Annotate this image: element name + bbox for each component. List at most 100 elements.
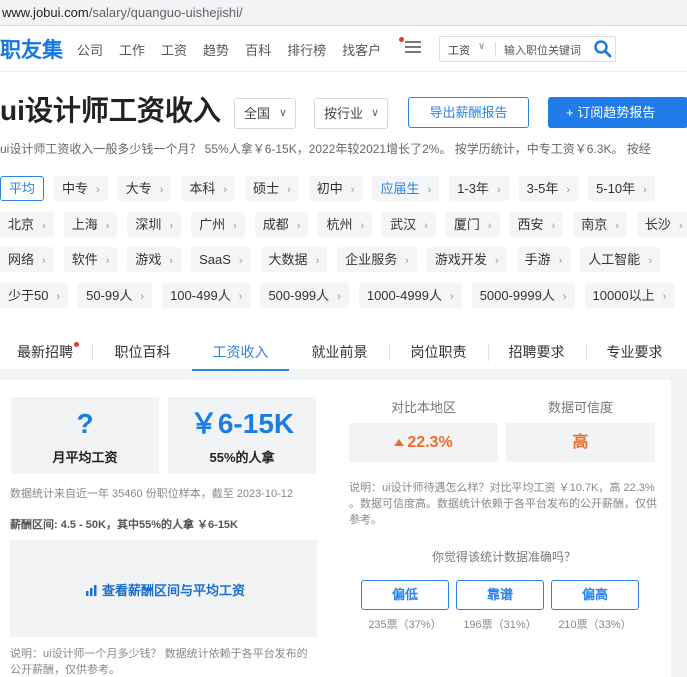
city-filter-tag[interactable]: 厦门 › [445,212,500,237]
address-bar[interactable]: www.jobui.com/salary/quanguo-uishejishi/ [0,0,687,26]
nav-link-rankings[interactable]: 排行榜 [287,40,326,59]
tab-latest-jobs[interactable]: 最新招聘 [0,333,90,371]
site-logo[interactable]: 职友集 [0,34,63,64]
education-filter-tag[interactable]: 应届生 › [372,176,440,201]
vote-reliable-count: 196票（31%） [463,619,537,631]
education-filter-tag[interactable]: 本科 › [181,176,236,201]
industry-filter-tag[interactable]: 企业服务 › [337,247,417,272]
chevron-right-icon: › [140,291,145,303]
chevron-right-icon: › [56,291,61,303]
industry-filter-tag[interactable]: 软件 › [63,247,118,272]
nav-link-trends[interactable]: 趋势 [203,40,229,59]
chevron-right-icon: › [566,184,571,196]
city-filter-tag[interactable]: 西安 › [509,212,564,237]
tab-requirements[interactable]: 招聘要求 [489,333,584,371]
export-report-button[interactable]: 导出薪酬报告 [408,97,529,128]
industry-filter-tag[interactable]: SaaS › [191,247,251,272]
industry-filter-tag[interactable]: 网络 › [0,247,54,272]
company-size-filter-tag[interactable]: 1000-4999人 › [358,283,462,308]
chevron-right-icon: › [487,220,492,232]
compare-local-value: 22.3% [407,434,453,451]
chevron-right-icon: › [337,291,341,303]
company-size-filter-tag[interactable]: 100-499人 › [162,283,251,308]
nav-links: 公司 工作 工资 趋势 百科 排行榜 找客户 [77,37,413,59]
education-filter-tag[interactable]: 3-5年 › [518,176,579,201]
chevron-right-icon: › [315,255,320,267]
company-size-filter-tag[interactable]: 少于50 › [0,283,69,308]
industry-dropdown[interactable]: 按行业 ∨ [314,98,388,129]
salary-range-line: 薪酬区间: 4.5 - 50K，其中55%的人拿 ￥6-15K [10,519,238,531]
education-filter-tag[interactable]: 5-10年 › [588,176,655,201]
bar-chart-icon [86,585,97,596]
industry-filter-tag[interactable]: 人工智能 › [580,247,660,272]
divider [92,344,93,361]
menu-icon[interactable] [405,41,421,54]
chevron-right-icon: › [405,255,409,267]
subscribe-report-button[interactable]: + 订阅趋势报告 [548,97,687,128]
vote-high-button[interactable]: 偏高 [551,580,639,610]
nav-link-wiki[interactable]: 百科 [245,40,271,59]
city-filter-tag[interactable]: 深圳 › [127,212,182,237]
tab-prospects[interactable]: 就业前景 [292,333,387,371]
education-filter-tag[interactable]: 中专 › [54,176,108,201]
city-filter-tag[interactable]: 北京 › [0,212,54,237]
city-filter-tag[interactable]: 广州 › [191,212,245,237]
industry-filter-tag[interactable]: 大数据 › [260,247,328,272]
education-filter-tag[interactable]: 大专 › [117,176,172,201]
compare-local-label: 对比本地区 [390,400,456,415]
city-filter-tag[interactable]: 成都 › [254,212,309,237]
education-filter-tag[interactable]: 初中 › [308,176,363,201]
url-host: www.jobui.com [2,5,89,20]
search-input[interactable]: 输入职位关键词 [504,42,581,58]
sample-note: 数据统计来自近一年 35460 份职位样本，截至 2023-10-12 [10,488,294,500]
city-filter-tag[interactable]: 上海 › [63,212,118,237]
nav-link-salary[interactable]: 工资 [161,40,187,59]
vote-low-button[interactable]: 偏低 [361,580,449,610]
salary-range-value: ￥6-15K [189,408,295,439]
industry-filter-tag[interactable]: 游戏 › [127,247,182,272]
salary-range-card: ￥6-15K 55%的人拿 [168,397,316,474]
chevron-right-icon: › [287,184,291,196]
tab-salary[interactable]: 工资收入 [192,333,289,371]
nav-link-find-clients[interactable]: 找客户 [342,37,405,59]
education-filter-tag[interactable]: 1-3年 › [449,176,509,201]
chevron-down-icon: ∨ [278,107,287,119]
tab-responsibilities[interactable]: 岗位职责 [391,333,486,371]
region-dropdown[interactable]: 全国 ∨ [234,98,296,129]
search-icon[interactable] [593,39,613,59]
company-size-filter-tag[interactable]: 5000-9999人 › [471,283,575,308]
chevron-down-icon: ∨ [370,107,379,119]
company-size-filter-tag[interactable]: 10000以上 › [584,283,675,308]
city-filter-tag[interactable]: 长沙 › [636,212,687,237]
tab-major-requirements[interactable]: 专业要求 [587,333,682,371]
vote-reliable-button[interactable]: 靠谱 [456,580,544,610]
industry-filter-tag[interactable]: 游戏开发 › [426,247,507,272]
city-filter-tag[interactable]: 杭州 › [318,212,373,237]
chevron-right-icon: › [662,291,667,303]
city-filter-tag[interactable]: 南京 › [573,212,627,237]
page-title: ui设计师工资收入 [0,95,221,126]
chevron-right-icon: › [427,184,432,196]
nav-link-jobs[interactable]: 工作 [119,40,145,59]
top-navigation: 职友集 公司 工作 工资 趋势 百科 排行榜 找客户 工资 ∨ 输入职位关键词 [0,26,687,72]
salary-disclaimer: 说明：ui设计师一个月多少钱？ 数据统计依赖于各平台发布的公开薪酬，仅供参考。 [10,648,308,676]
chevron-right-icon: › [159,184,164,196]
salary-range-label: 55%的人拿 [209,450,275,465]
url-path: /salary/quanguo-uishejishi/ [88,5,243,20]
company-size-filter-tag[interactable]: 50-99人 › [78,283,153,308]
avg-salary-value: ? [76,408,94,439]
company-size-filter-tag[interactable]: 500-999人 › [260,283,349,308]
education-filter-tag[interactable]: 硕士 › [245,176,299,201]
chevron-right-icon: › [562,291,567,303]
view-salary-chart-link[interactable]: 查看薪酬区间与平均工资 [85,580,245,599]
notification-dot [74,342,79,347]
nav-link-company[interactable]: 公司 [77,40,103,59]
tab-job-wiki[interactable]: 职位百科 [95,333,190,371]
education-filter-tag[interactable]: 平均 [0,176,45,201]
chevron-right-icon: › [238,291,243,303]
comparison-note: 说明：ui设计师待遇怎么样？对比平均工资 ￥10.7K，高 22.3% 。数据可… [349,482,657,526]
industry-filter-tag[interactable]: 手游 › [516,247,571,272]
city-filter-tag[interactable]: 武汉 › [382,212,436,237]
divider [495,42,496,56]
search-type-select[interactable]: 工资 [448,42,470,58]
